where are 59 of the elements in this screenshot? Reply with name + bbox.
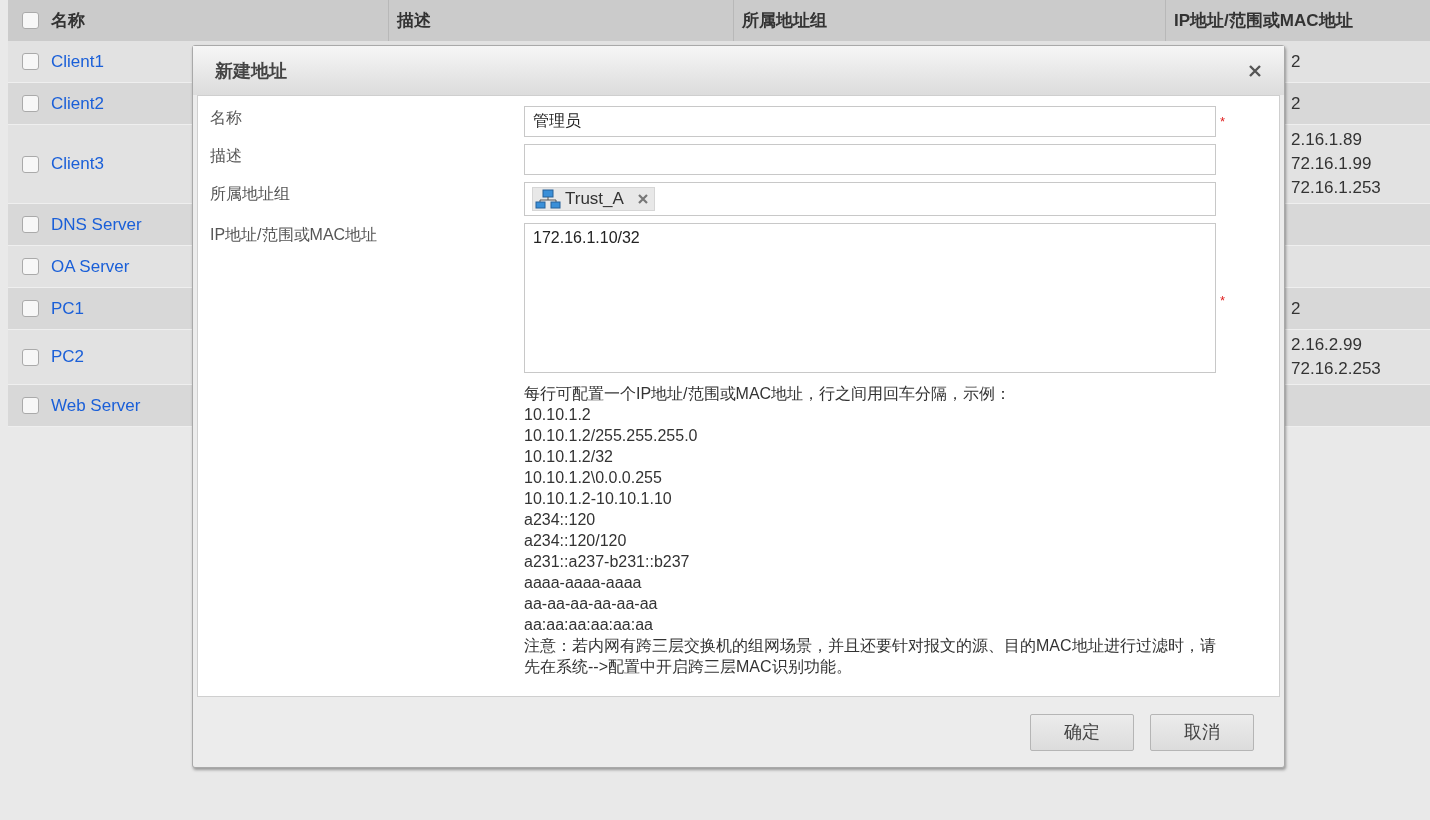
text-field[interactable]: 管理员 — [524, 106, 1216, 137]
address-link[interactable]: PC1 — [51, 298, 85, 319]
address-link[interactable]: Client1 — [51, 51, 104, 72]
ip-text: 72.16.2.253 — [1291, 358, 1382, 380]
column-header: 名称 — [51, 10, 85, 32]
text-field[interactable] — [524, 144, 1216, 175]
ip-text: 2.16.1.89 — [1291, 129, 1363, 151]
address-textarea[interactable]: 172.16.1.10/32 — [524, 223, 1216, 373]
help-text: a234::120/120 — [524, 531, 628, 551]
network-icon — [535, 189, 561, 209]
help-text: 10.10.1.2\0.0.0.255 — [524, 468, 663, 488]
close-icon[interactable] — [1248, 63, 1262, 78]
address-link[interactable]: Client3 — [51, 154, 104, 174]
help-text: aaaa-aaaa-aaaa — [524, 573, 643, 593]
field-label: 名称 — [210, 108, 243, 128]
help-text: 10.10.1.2-10.10.1.10 — [524, 489, 673, 509]
row-checkbox[interactable] — [22, 300, 39, 317]
dialog-title: 新建地址 — [215, 58, 287, 83]
row-checkbox[interactable] — [22, 397, 39, 414]
ip-text: 72.16.1.253 — [1291, 177, 1382, 199]
column-header: IP地址/范围或MAC地址 — [1174, 10, 1353, 32]
column-header: 所属地址组 — [742, 10, 827, 32]
field-label: 所属地址组 — [210, 184, 291, 204]
help-text: 每行可配置一个IP地址/范围或MAC地址，行之间用回车分隔，示例： — [524, 384, 1013, 404]
ip-text: 2 — [1291, 92, 1302, 115]
field-label: 描述 — [210, 146, 243, 166]
tag-field[interactable]: Trust_A — [524, 182, 1216, 216]
address-link[interactable]: OA Server — [51, 256, 130, 277]
help-text: a234::120 — [524, 510, 597, 530]
required-mark: * — [1219, 114, 1227, 129]
address-link[interactable]: DNS Server — [51, 214, 142, 235]
help-text: aa:aa:aa:aa:aa:aa — [524, 615, 654, 635]
help-text: a231::a237-b231::b237 — [524, 552, 691, 572]
row-checkbox[interactable] — [22, 95, 39, 112]
help-text: 10.10.1.2 — [524, 405, 592, 425]
ip-text: 2 — [1291, 50, 1302, 73]
row-checkbox[interactable] — [22, 258, 39, 275]
required-mark: * — [1219, 292, 1227, 308]
note-text: 注意：若内网有跨三层交换机的组网场景，并且还要针对报文的源、目的MAC地址进行过滤时，请先在系统-->配置中开启跨三层MAC识别功能。 — [524, 636, 1217, 677]
remove-icon[interactable] — [637, 194, 648, 204]
help-text: 10.10.1.2/32 — [524, 447, 614, 467]
select-all-checkbox[interactable] — [22, 12, 39, 29]
column-header: 描述 — [397, 10, 431, 32]
cancel-button[interactable]: 取消 — [1150, 713, 1254, 751]
group-tag: Trust_A — [532, 187, 655, 211]
address-link[interactable]: Web Server — [51, 395, 141, 416]
ip-text: 72.16.1.99 — [1291, 153, 1373, 175]
row-checkbox[interactable] — [22, 155, 39, 173]
row-checkbox[interactable] — [22, 216, 39, 233]
field-label: IP地址/范围或MAC地址 — [210, 225, 379, 245]
ip-text: 2.16.2.99 — [1291, 334, 1363, 356]
row-checkbox[interactable] — [22, 53, 39, 70]
confirm-button[interactable]: 确定 — [1030, 713, 1134, 751]
row-checkbox[interactable] — [22, 348, 39, 366]
help-text: aa-aa-aa-aa-aa-aa — [524, 594, 659, 614]
address-link[interactable]: Client2 — [51, 93, 104, 114]
ip-text: 2 — [1291, 297, 1302, 320]
help-text: 10.10.1.2/255.255.255.0 — [524, 426, 699, 446]
address-link[interactable]: PC2 — [51, 347, 85, 367]
